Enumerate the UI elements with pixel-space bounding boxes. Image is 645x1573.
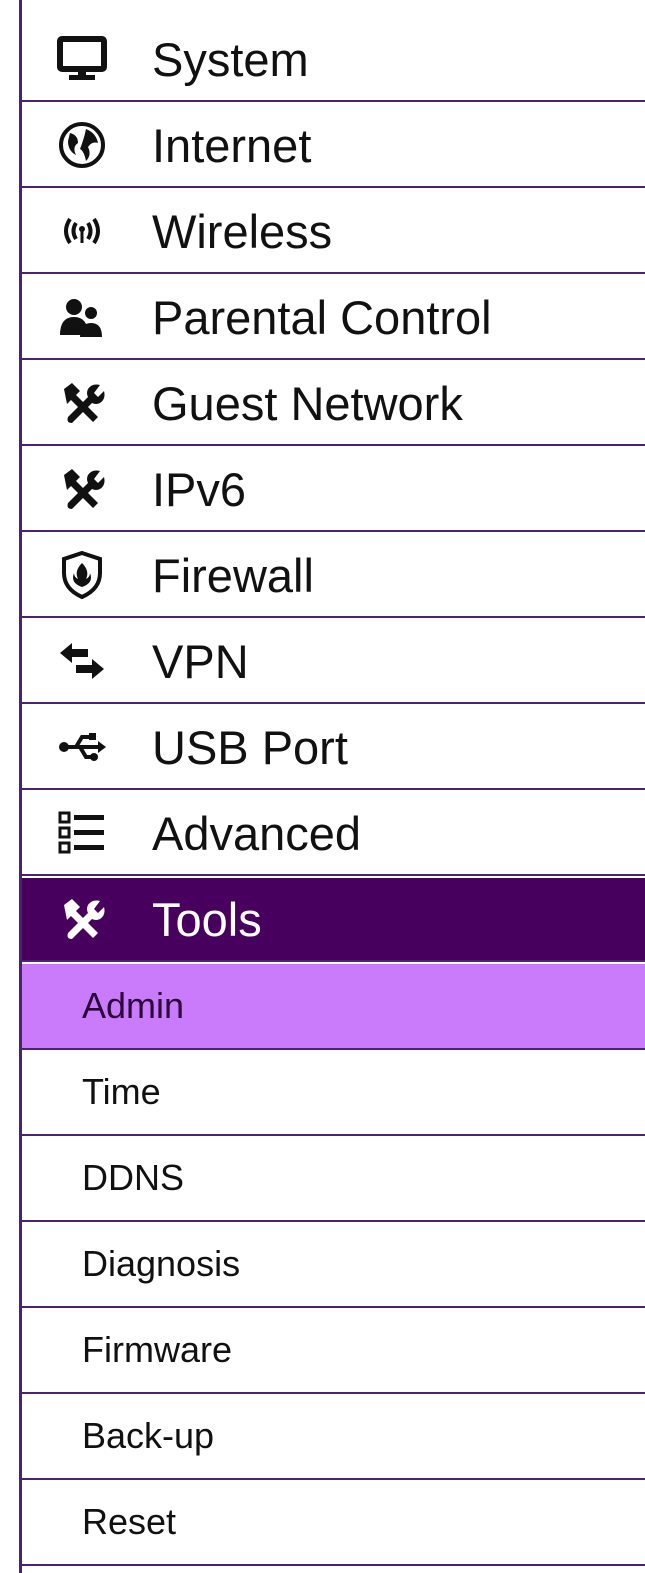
menu-item-ipv6[interactable]: IPv6: [22, 448, 645, 532]
submenu-item-ddns[interactable]: DDNS: [22, 1136, 645, 1222]
arrows-exchange-icon: [52, 631, 112, 691]
submenu-item-diagnosis[interactable]: Diagnosis: [22, 1222, 645, 1308]
submenu-item-label: Time: [82, 1071, 161, 1112]
users-icon: [52, 287, 112, 347]
menu-item-label: Guest Network: [152, 376, 463, 430]
submenu-item-admin[interactable]: Admin: [22, 964, 645, 1050]
submenu-item-label: Back-up: [82, 1415, 215, 1456]
menu-item-label: VPN: [152, 634, 249, 688]
menu-item-advanced[interactable]: Advanced: [22, 792, 645, 876]
menu-item-label: USB Port: [152, 720, 348, 774]
submenu-item-back-up[interactable]: Back-up: [22, 1394, 645, 1480]
menu-item-wireless[interactable]: Wireless: [22, 190, 645, 274]
menu-item-internet[interactable]: Internet: [22, 104, 645, 188]
submenu-item-label: Admin: [82, 985, 185, 1026]
submenu-item-label: Diagnosis: [82, 1243, 241, 1284]
menu-item-label: IPv6: [152, 462, 247, 516]
submenu-item-label: DDNS: [82, 1157, 185, 1198]
submenu-item-reset[interactable]: Reset: [22, 1480, 645, 1566]
menu-item-label: Tools: [152, 892, 262, 946]
menu-item-firewall[interactable]: Firewall: [22, 534, 645, 618]
menu-item-label: Wireless: [152, 204, 333, 258]
firewall-shield-icon: [52, 545, 112, 605]
menu-item-label: System: [152, 32, 309, 86]
menu-item-guest-network[interactable]: Guest Network: [22, 362, 645, 446]
list-icon: [52, 803, 112, 863]
menu-item-usb-port[interactable]: USB Port: [22, 706, 645, 790]
menu-item-system[interactable]: System: [22, 18, 645, 102]
menu-item-label: Internet: [152, 118, 312, 172]
monitor-icon: [52, 29, 112, 89]
menu-item-label: Parental Control: [152, 290, 492, 344]
tools-icon: [52, 459, 112, 519]
menu-item-vpn[interactable]: VPN: [22, 620, 645, 704]
menu-item-label: Advanced: [152, 806, 362, 860]
wireless-signal-icon: [52, 201, 112, 261]
menu-item-label: Firewall: [152, 548, 314, 602]
submenu-item-firmware[interactable]: Firmware: [22, 1308, 645, 1394]
globe-icon: [52, 115, 112, 175]
tools-icon: [52, 889, 112, 949]
tools-icon: [52, 373, 112, 433]
submenu-item-time[interactable]: Time: [22, 1050, 645, 1136]
usb-icon: [52, 717, 112, 777]
submenu-item-label: Firmware: [82, 1329, 232, 1370]
submenu-item-label: Reset: [82, 1501, 177, 1542]
menu-item-tools[interactable]: Tools: [22, 878, 645, 962]
sidebar-menu: System Internet Wireless Parental Contro…: [19, 0, 645, 1573]
menu-item-parental-control[interactable]: Parental Control: [22, 276, 645, 360]
